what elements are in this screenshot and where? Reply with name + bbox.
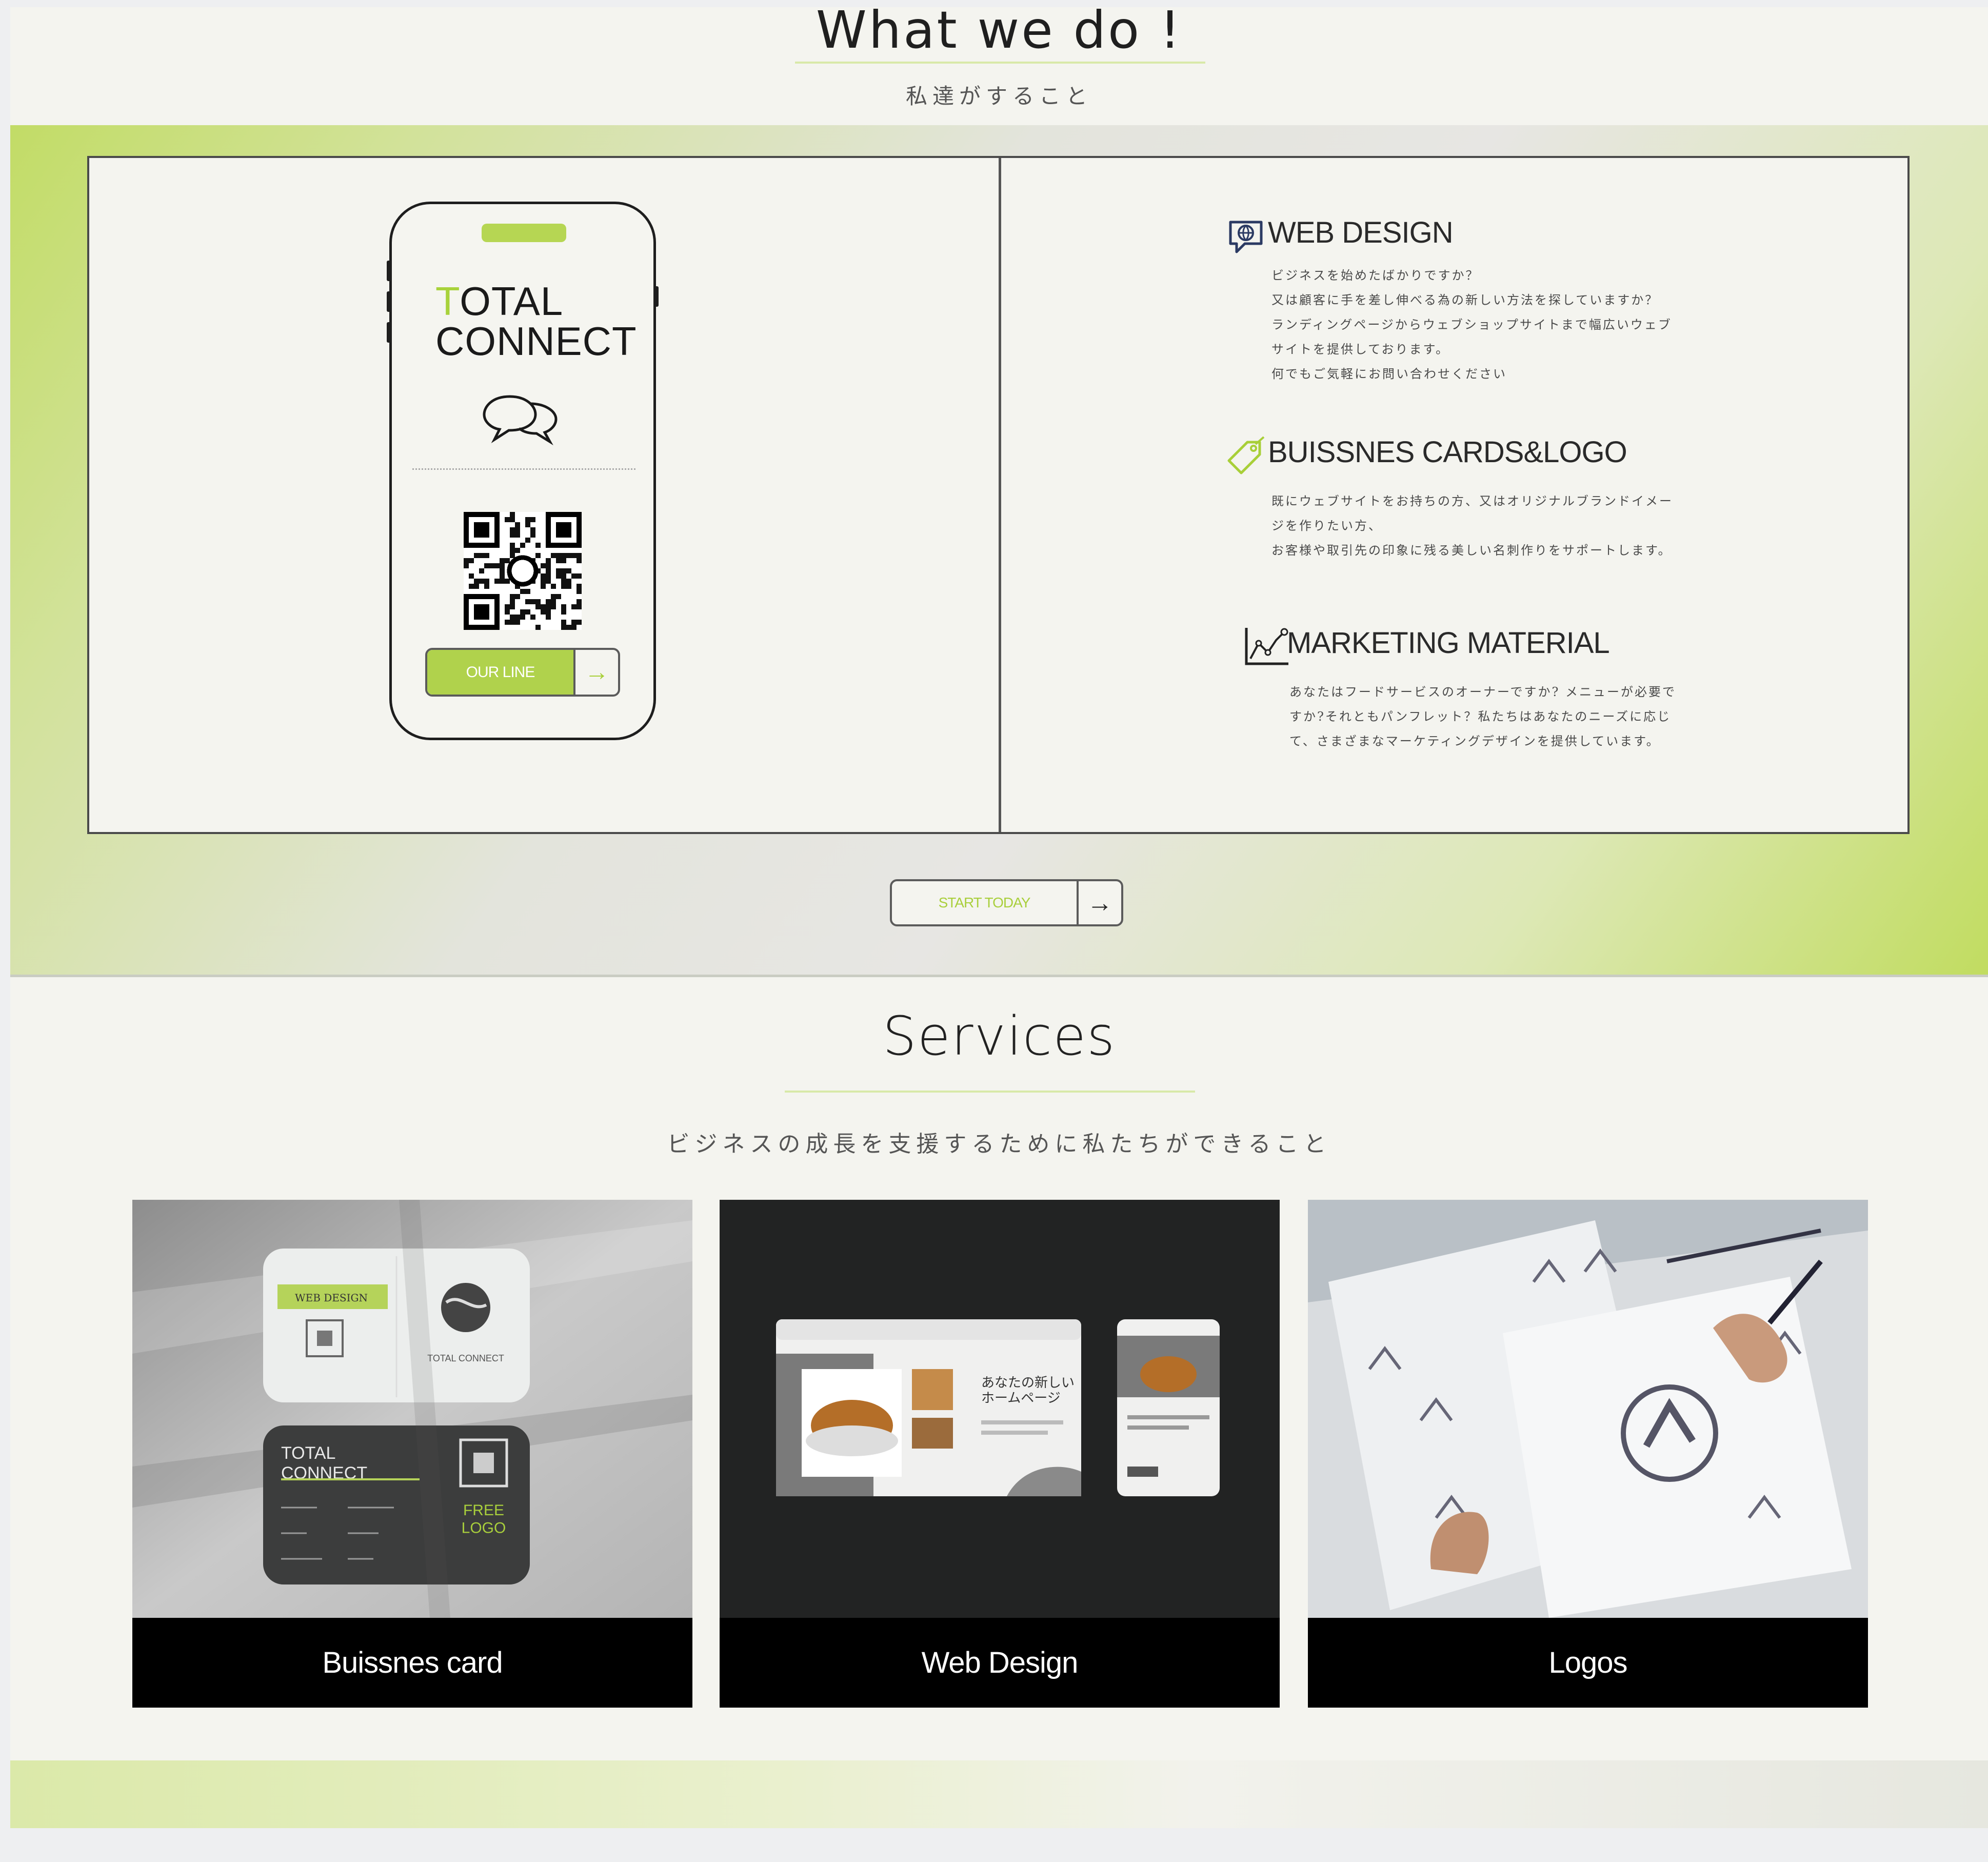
phone-speaker (482, 224, 566, 242)
service-desc-marketing: あなたはフードサービスのオーナーですか? メニューが必要で すか?それともパンフ… (1289, 685, 1677, 748)
service-desc-web-design: ビジネスを始めたばかりですか？ 又は顧客に手を差し伸べる為の新しい方法を探してい… (1271, 268, 1672, 381)
service-tile-web-design[interactable]: あなたの新しいホームページ Web Design (720, 1200, 1280, 1708)
brand-first-letter: T (435, 279, 460, 324)
brand-line2: CONNECT (435, 319, 637, 364)
line-chart-icon (1245, 628, 1288, 665)
service-title-business-cards: BUISSNES CARDS&LOGO (1268, 435, 1627, 469)
services-title: Services (882, 1005, 1116, 1067)
phone-side-button (387, 322, 392, 343)
services-subtitle: ビジネスの成長を支援するために私たちができること (667, 1131, 1331, 1157)
card-tag-text: WEB DESIGN (295, 1292, 368, 1304)
phone-side-button (387, 291, 392, 312)
web-design-image: あなたの新しいホームページ (720, 1200, 1280, 1618)
panel-divider (999, 158, 1001, 832)
chat-bubbles-icon (483, 395, 558, 446)
what-we-do-panel: TOTAL CONNECT OUR LINE → WEB DESIGN ビジネス… (87, 156, 1910, 834)
arrow-right-icon: → (1087, 888, 1113, 917)
tile-caption: Logos (1548, 1646, 1627, 1679)
what-we-do-title: What we do ! (816, 7, 1183, 60)
globe-chat-icon (1229, 221, 1263, 253)
arrow-right-icon: → (584, 659, 609, 686)
service-title-marketing: MARKETING MATERIAL (1287, 626, 1610, 660)
band-divider (10, 975, 1988, 977)
card-brand-text: TOTAL CONNECT (427, 1353, 504, 1363)
phone-divider (412, 468, 635, 470)
title-underline (795, 62, 1205, 64)
start-today-button[interactable]: START TODAY → (890, 879, 1123, 926)
phone-brand: TOTAL CONNECT (435, 281, 637, 361)
phone-side-button (653, 286, 659, 307)
tile-caption: Buissnes card (322, 1646, 503, 1679)
tile-caption: Web Design (921, 1646, 1079, 1679)
our-line-label: OUR LINE (427, 650, 573, 695)
services-title-underline (785, 1091, 1195, 1093)
page: What we do ! 私達がすること TOTAL CONNECT OUR L… (10, 7, 1988, 1828)
business-card-image: WEB DESIGN TOTAL CONNECT TOTAL CONNECT FR… (132, 1200, 692, 1618)
service-title-web-design: WEB DESIGN (1268, 216, 1454, 249)
footer-gradient-band (10, 1760, 1988, 1828)
qr-code-icon[interactable] (464, 512, 582, 630)
what-we-do-subtitle: 私達がすること (905, 84, 1092, 109)
phone-mockup: TOTAL CONNECT OUR LINE → (389, 202, 656, 740)
start-today-label: START TODAY (938, 895, 1031, 910)
logo-sketch-image (1308, 1200, 1868, 1618)
free-logo-text: FREE LOGO (462, 1502, 506, 1537)
phone-side-button (387, 261, 392, 281)
tag-icon (1227, 436, 1265, 474)
our-line-button[interactable]: OUR LINE → (425, 648, 620, 697)
service-desc-business-cards: 既にウェブサイトをお持ちの方、又はオリジナルブランドイメー ジを作りたい方、 お… (1271, 494, 1673, 558)
service-tile-business-card[interactable]: WEB DESIGN TOTAL CONNECT TOTAL CONNECT FR… (132, 1200, 692, 1708)
brand-line1: OTAL (460, 279, 564, 324)
service-tile-logos[interactable]: Logos (1308, 1200, 1868, 1708)
